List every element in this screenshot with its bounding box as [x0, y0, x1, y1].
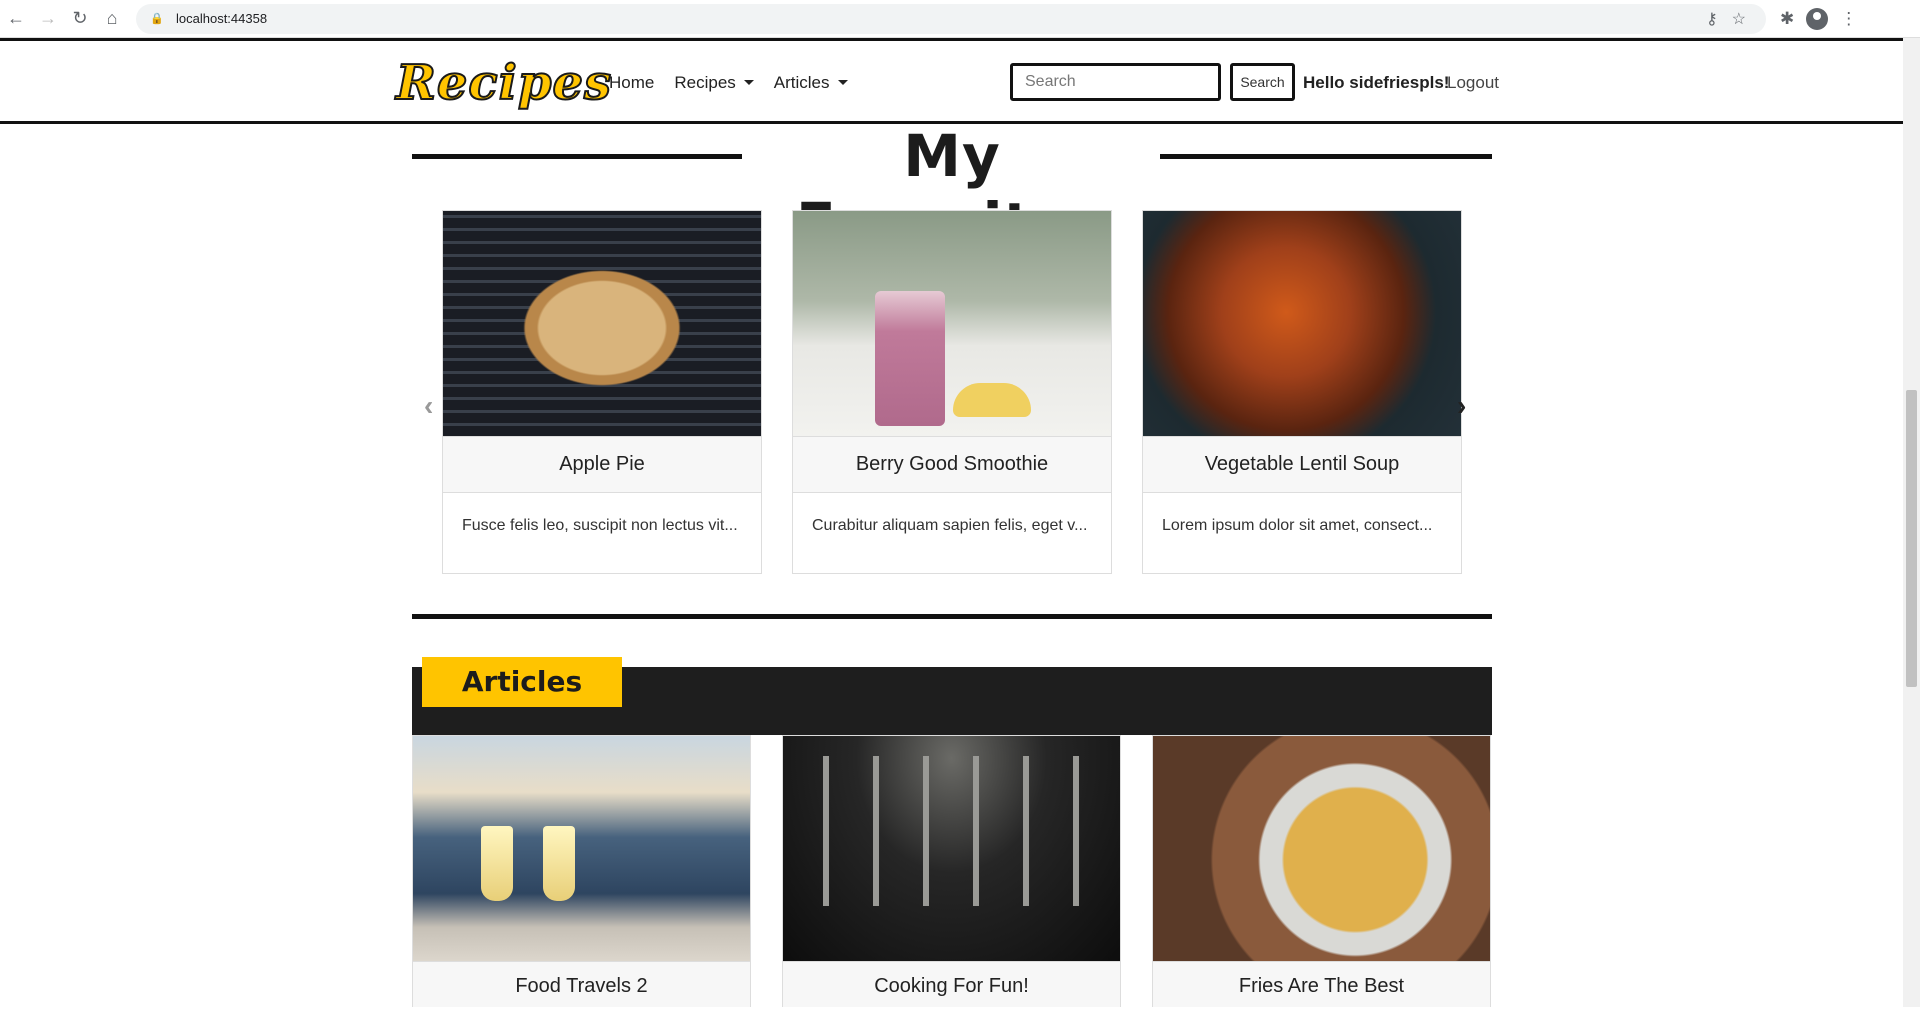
- article-card[interactable]: Cooking For Fun!: [782, 735, 1121, 1007]
- nav-home[interactable]: Home: [609, 73, 654, 93]
- star-icon[interactable]: ☆: [1732, 9, 1746, 29]
- nav-articles-label: Articles: [773, 73, 830, 92]
- banana-shape: [953, 383, 1031, 417]
- section-divider: [412, 614, 1492, 619]
- article-card[interactable]: Fries Are The Best: [1152, 735, 1491, 1007]
- recipe-card[interactable]: Berry Good Smoothie Curabitur aliquam sa…: [792, 210, 1112, 574]
- search-button[interactable]: Search: [1230, 63, 1295, 101]
- utensil-shape: [973, 756, 979, 906]
- utensil-shape: [823, 756, 829, 906]
- recipe-card-description: Lorem ipsum dolor sit amet, consect...: [1162, 517, 1433, 534]
- nav-recipes-label: Recipes: [674, 73, 736, 92]
- nav-articles-dropdown[interactable]: Articles: [774, 73, 848, 93]
- main-nav: Home Recipes Articles: [609, 73, 848, 93]
- article-card[interactable]: Food Travels 2: [412, 735, 751, 1007]
- utensil-shape: [1023, 756, 1029, 906]
- utensil-shape: [873, 756, 879, 906]
- carousel-prev-icon[interactable]: ‹: [424, 390, 433, 422]
- recipe-card[interactable]: Apple Pie Fusce felis leo, suscipit non …: [442, 210, 762, 574]
- favorites-heading-section: My Favorites: [412, 122, 1492, 258]
- back-icon[interactable]: ←: [0, 3, 32, 35]
- recipe-card-description: Curabitur aliquam sapien felis, eget v..…: [812, 517, 1088, 534]
- recipe-card-title: Apple Pie: [443, 436, 761, 493]
- scrollbar-thumb[interactable]: [1906, 390, 1917, 687]
- glass-shape: [543, 826, 575, 901]
- home-icon[interactable]: ⌂: [96, 3, 128, 35]
- favorites-carousel: ‹ Apple Pie Fusce felis leo, suscipit no…: [412, 210, 1492, 574]
- article-card-title: Cooking For Fun!: [783, 961, 1120, 1007]
- lentil-soup-image: [1143, 211, 1461, 436]
- search-input[interactable]: [1010, 63, 1221, 101]
- profile-icon[interactable]: [1806, 7, 1829, 30]
- url-text: localhost:44358: [176, 11, 268, 26]
- glass-shape: [481, 826, 513, 901]
- nav-recipes-dropdown[interactable]: Recipes: [674, 73, 753, 93]
- browser-toolbar: ← → ↻ ⌂ 🔒 localhost:44358 ⚷ ☆ ✱ ⋮: [0, 0, 1920, 38]
- address-bar[interactable]: 🔒 localhost:44358 ⚷ ☆: [136, 3, 1766, 34]
- utensil-shape: [923, 756, 929, 906]
- apple-pie-image: [443, 211, 761, 436]
- utensil-shape: [1073, 756, 1079, 906]
- user-greeting: Hello sidefriespls!: [1303, 73, 1450, 92]
- site-header: Recipes Home Recipes Articles Search Hel…: [0, 38, 1903, 124]
- site-logo[interactable]: Recipes: [395, 54, 612, 112]
- articles-heading: Articles: [422, 657, 622, 707]
- recipe-card-description: Fusce felis leo, suscipit non lectus vit…: [462, 517, 738, 534]
- smoothie-glass-shape: [875, 291, 945, 426]
- recipe-card-title: Berry Good Smoothie: [793, 436, 1111, 493]
- lock-icon: 🔒: [150, 12, 164, 25]
- logout-link[interactable]: Logout: [1447, 73, 1499, 93]
- forward-icon[interactable]: →: [32, 3, 64, 35]
- extensions-icon[interactable]: ✱: [1780, 9, 1794, 29]
- page-scrollbar[interactable]: [1903, 38, 1920, 1007]
- smoothie-image: [793, 211, 1111, 436]
- heading-rule-left: [412, 154, 742, 159]
- heading-rule-right: [1160, 154, 1492, 159]
- reload-icon[interactable]: ↻: [64, 3, 96, 35]
- fries-image: [1153, 736, 1490, 961]
- menu-icon[interactable]: ⋮: [1840, 9, 1857, 29]
- utensils-image: [783, 736, 1120, 961]
- recipe-card[interactable]: Vegetable Lentil Soup Lorem ipsum dolor …: [1142, 210, 1462, 574]
- article-card-title: Fries Are The Best: [1153, 961, 1490, 1007]
- carousel-next-icon[interactable]: ›: [1457, 390, 1466, 422]
- article-card-title: Food Travels 2: [413, 961, 750, 1007]
- champagne-image: [413, 736, 750, 961]
- recipe-card-title: Vegetable Lentil Soup: [1143, 436, 1461, 493]
- key-icon[interactable]: ⚷: [1706, 9, 1718, 29]
